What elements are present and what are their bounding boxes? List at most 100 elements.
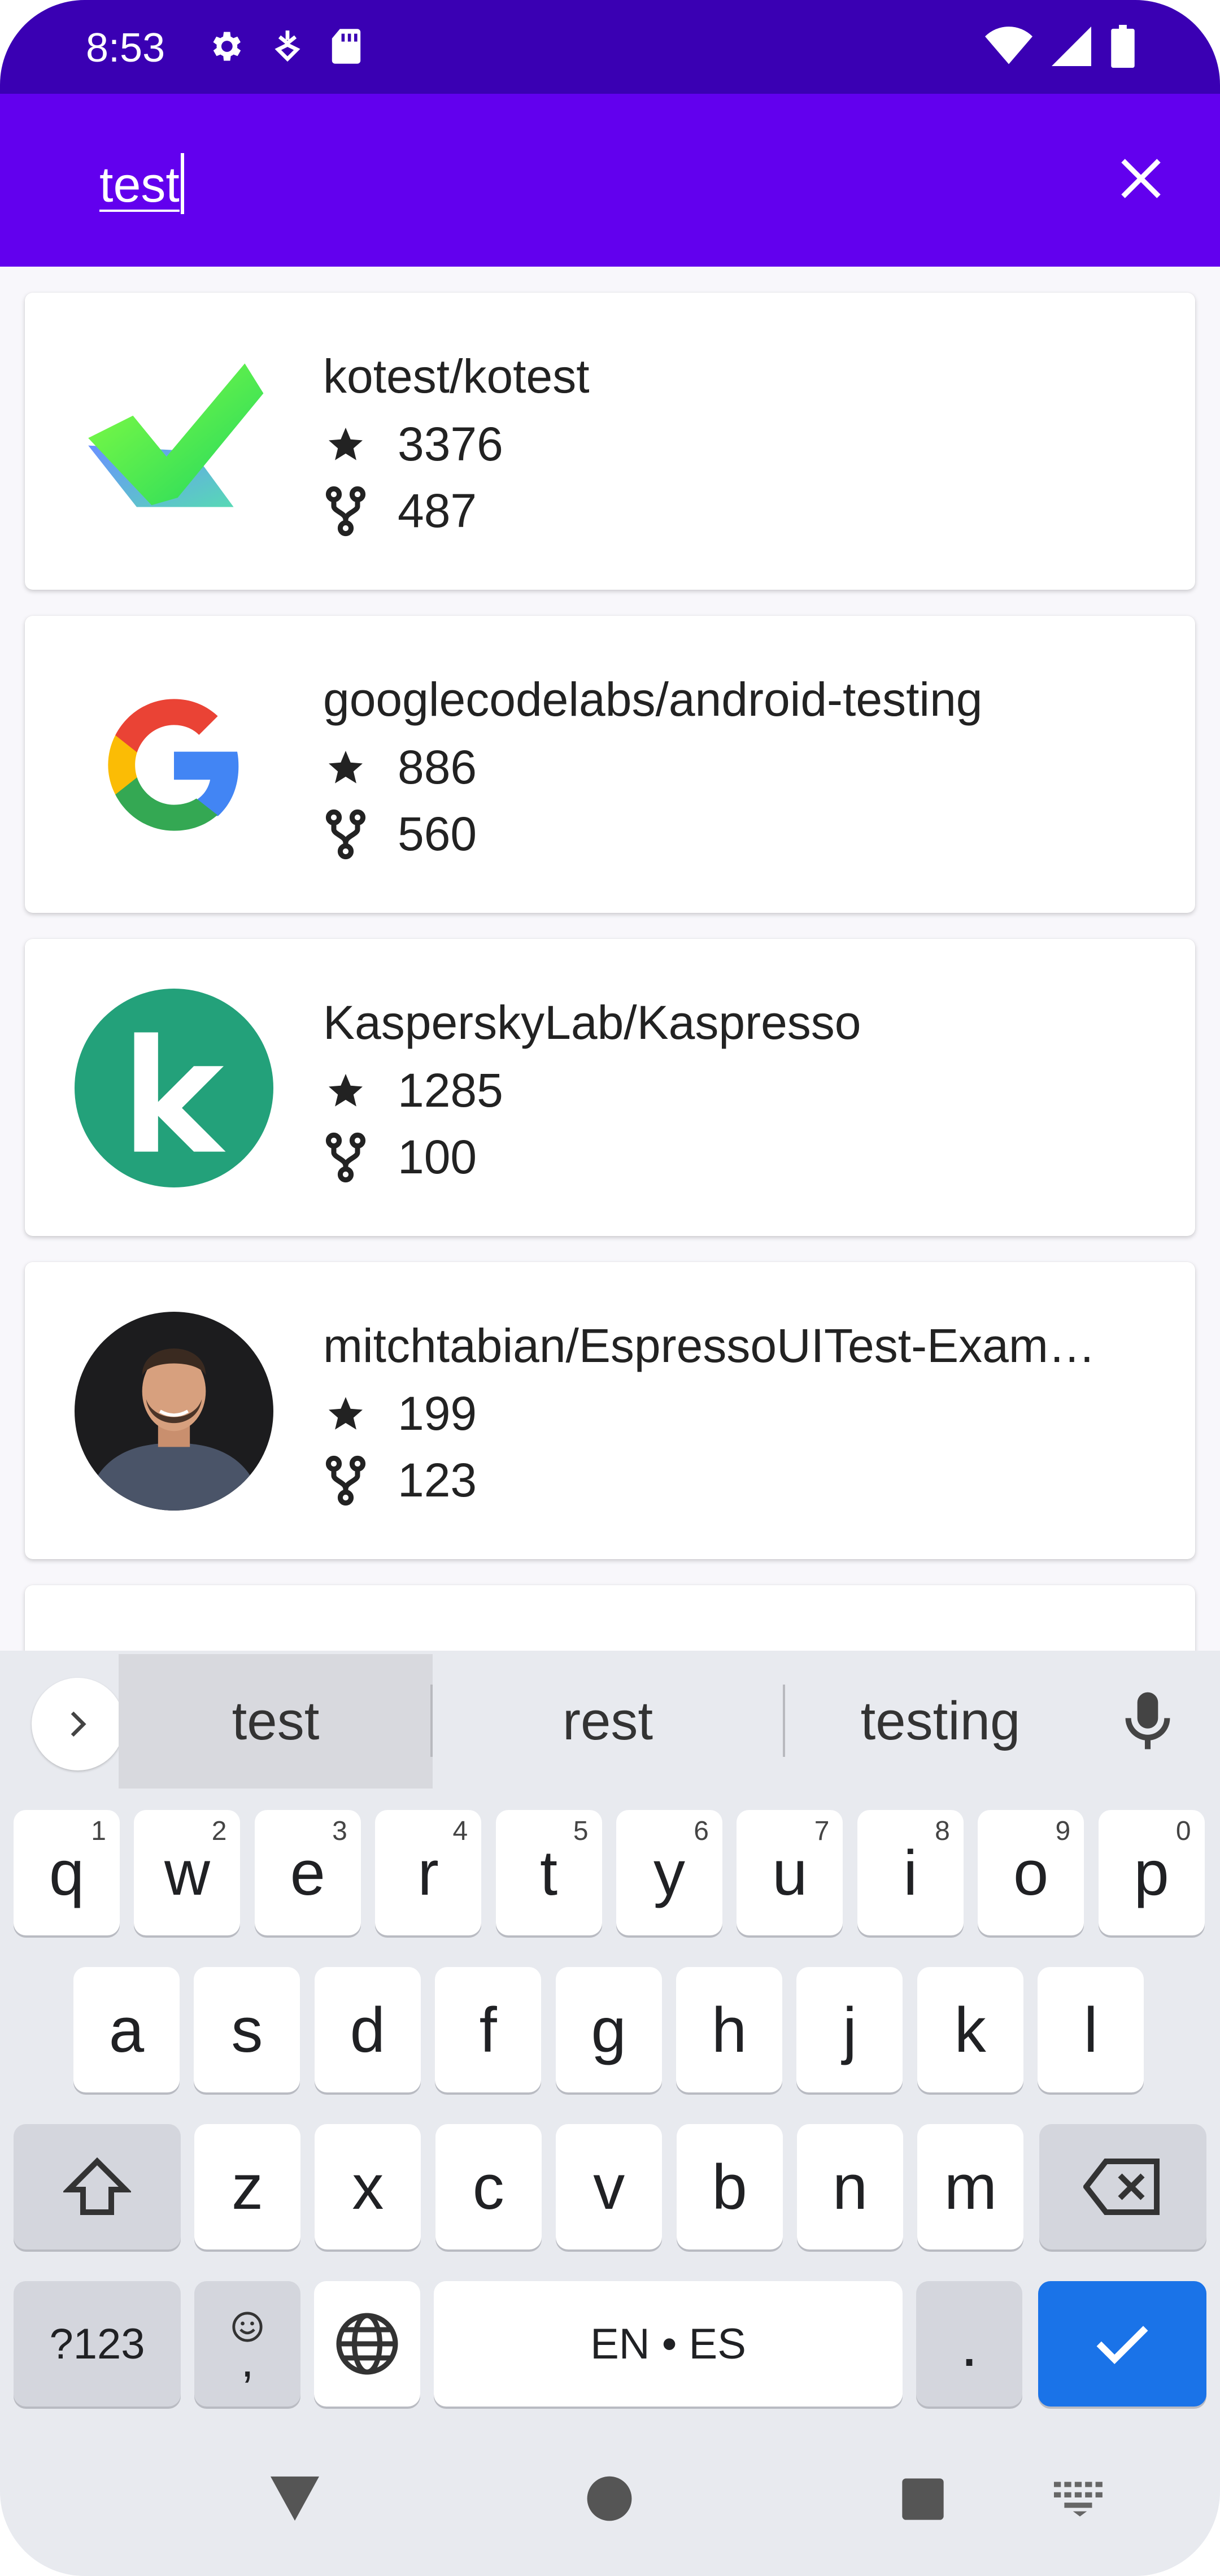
key-label: p — [1134, 1837, 1169, 1908]
fork-icon — [323, 809, 368, 859]
battery-icon — [1110, 24, 1135, 71]
key-l[interactable]: l — [1038, 1967, 1144, 2092]
key-label: i — [903, 1837, 918, 1908]
key-p[interactable]: p0 — [1098, 1810, 1205, 1935]
star-icon — [323, 745, 368, 790]
suggestion-2[interactable]: rest — [433, 1654, 783, 1789]
repo-card-espresso-example[interactable]: mitchtabian/EspressoUITest-Exam… 199 123 — [25, 1262, 1195, 1559]
done-key[interactable] — [1038, 2281, 1206, 2407]
search-input[interactable]: test — [99, 153, 184, 214]
usb-debug-icon — [272, 27, 303, 68]
comma-label: , — [241, 2334, 254, 2387]
key-u[interactable]: u7 — [737, 1810, 843, 1935]
keyboard-switch-icon[interactable] — [1054, 2481, 1106, 2517]
repo-card-partial[interactable] — [25, 1585, 1195, 1651]
key-k[interactable]: k — [917, 1967, 1023, 2092]
backspace-key[interactable] — [1039, 2124, 1206, 2249]
key-label: y — [653, 1837, 685, 1908]
search-query[interactable]: test — [99, 156, 180, 212]
key-label: r — [417, 1837, 439, 1908]
partial-avatar — [75, 1619, 273, 1651]
key-e[interactable]: e3 — [254, 1810, 361, 1935]
key-c[interactable]: c — [435, 2124, 542, 2249]
key-s[interactable]: s — [194, 1967, 300, 2092]
star-icon — [323, 1068, 368, 1113]
key-v[interactable]: v — [556, 2124, 663, 2249]
fork-count-row: 560 — [323, 807, 477, 861]
key-f[interactable]: f — [435, 1967, 542, 2092]
repository-list[interactable]: kotest/kotest 3376 487 googlecodelabs/an — [0, 267, 1220, 1651]
space-bar[interactable]: EN • ES — [434, 2281, 903, 2407]
back-triangle-icon[interactable] — [268, 2474, 322, 2523]
key-j[interactable]: j — [796, 1967, 903, 2092]
repo-name: mitchtabian/EspressoUITest-Exam… — [323, 1319, 1096, 1372]
suggestion-strip: test rest testing — [0, 1651, 1220, 1792]
backspace-icon[interactable] — [1083, 2159, 1162, 2215]
period-key[interactable]: . — [916, 2281, 1022, 2407]
star-count-row: 3376 — [323, 417, 503, 472]
key-a[interactable]: a — [73, 1967, 180, 2092]
kaspersky-logo-icon — [75, 989, 273, 1187]
repo-name: kotest/kotest — [323, 350, 590, 403]
checkmark-icon[interactable] — [1091, 2313, 1153, 2375]
key-o[interactable]: o9 — [978, 1810, 1084, 1935]
expand-toolbar-button[interactable] — [32, 1678, 124, 1770]
key-hint: 9 — [1055, 1816, 1071, 1846]
key-label: q — [49, 1837, 85, 1908]
suggestion-3[interactable]: testing — [785, 1654, 1096, 1789]
key-hint: 8 — [935, 1816, 950, 1846]
clear-search-button[interactable] — [1107, 145, 1175, 212]
repo-name: googlecodelabs/android-testing — [323, 673, 983, 726]
star-count-row: 1285 — [323, 1063, 503, 1118]
key-hint: 7 — [814, 1816, 830, 1846]
key-g[interactable]: g — [555, 1967, 662, 2092]
shift-key[interactable] — [14, 2124, 181, 2249]
star-count: 1285 — [398, 1064, 503, 1117]
key-hint: 6 — [694, 1816, 709, 1846]
key-i[interactable]: i8 — [857, 1810, 964, 1935]
key-label: u — [772, 1837, 808, 1908]
repo-card-android-testing[interactable]: googlecodelabs/android-testing 886 560 — [25, 616, 1195, 913]
key-t[interactable]: t5 — [495, 1810, 602, 1935]
suggestion-1[interactable]: test — [119, 1654, 433, 1789]
key-label: t — [540, 1837, 558, 1908]
close-icon[interactable] — [1117, 155, 1165, 202]
phone-screen: 8:53 test kotest/kotest 3376 487 googlec… — [0, 0, 1220, 2576]
shift-icon[interactable] — [63, 2156, 131, 2218]
recents-square-icon[interactable] — [900, 2477, 945, 2522]
repo-card-kotest[interactable]: kotest/kotest 3376 487 — [25, 293, 1195, 590]
globe-icon[interactable] — [333, 2310, 401, 2378]
key-z[interactable]: z — [194, 2124, 300, 2249]
home-circle-icon[interactable] — [585, 2474, 634, 2523]
chevron-right-icon[interactable] — [61, 1707, 95, 1741]
key-r[interactable]: r4 — [375, 1810, 482, 1935]
star-count-row: 886 — [323, 740, 477, 795]
repo-card-kaspresso[interactable]: KasperskyLab/Kaspresso 1285 100 — [25, 939, 1195, 1236]
key-x[interactable]: x — [315, 2124, 421, 2249]
fork-icon — [323, 486, 368, 536]
key-y[interactable]: y6 — [616, 1810, 722, 1935]
key-h[interactable]: h — [676, 1967, 782, 2092]
key-n[interactable]: n — [797, 2124, 903, 2249]
key-hint: 5 — [573, 1816, 589, 1846]
key-label: e — [290, 1837, 325, 1908]
mic-icon[interactable] — [1122, 1690, 1173, 1752]
fork-icon — [323, 1132, 368, 1182]
kotest-logo-icon — [75, 342, 273, 541]
google-logo-icon — [75, 665, 273, 864]
soft-keyboard: test rest testing ?123 , EN • ES . q 1 w… — [0, 1651, 1220, 2576]
key-b[interactable]: b — [676, 2124, 783, 2249]
star-icon — [323, 422, 368, 467]
language-key[interactable] — [314, 2281, 420, 2407]
key-m[interactable]: m — [917, 2124, 1024, 2249]
voice-input-button[interactable] — [1114, 1687, 1182, 1755]
star-icon — [323, 1391, 368, 1437]
key-hint: 0 — [1175, 1816, 1191, 1846]
key-hint: 2 — [211, 1816, 227, 1846]
key-w[interactable]: w2 — [134, 1810, 241, 1935]
key-d[interactable]: d — [314, 1967, 421, 2092]
symbols-key[interactable]: ?123 — [14, 2281, 181, 2407]
cell-signal-icon — [1052, 26, 1091, 69]
key-q[interactable]: q1 — [14, 1810, 120, 1935]
emoji-comma-key[interactable]: , — [194, 2281, 300, 2407]
